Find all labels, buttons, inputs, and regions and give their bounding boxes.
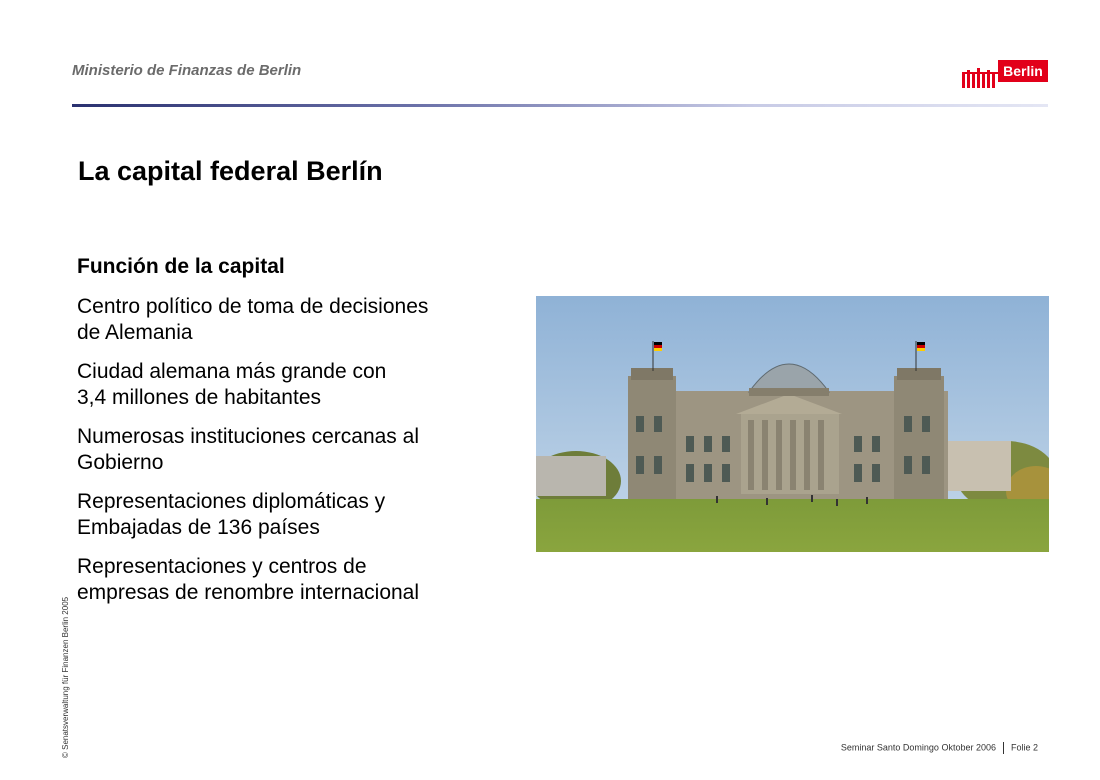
- reichstag-photo: [536, 296, 1049, 552]
- footer-seminar: Seminar Santo Domingo Oktober 2006: [840, 742, 996, 753]
- bullet-line: Representaciones diplomáticas y: [77, 490, 386, 513]
- bullet-line: empresas de renombre internacional: [77, 581, 420, 604]
- slide-content: Función de la capital Centro político de…: [77, 254, 537, 619]
- bullet-line: Representaciones y centros de: [77, 555, 367, 578]
- berlin-logo-bars-icon: [962, 68, 998, 88]
- slide-subheading: Función de la capital: [77, 255, 285, 278]
- header-divider: [72, 104, 1048, 107]
- berlin-logo-text: Berlin: [998, 60, 1048, 82]
- bullet-item: Representaciones diplomáticas y Embajada…: [77, 489, 537, 541]
- bullet-line: Ciudad alemana más grande con: [77, 360, 387, 383]
- bullet-line: Centro político de toma de decisiones: [77, 295, 429, 318]
- footer: Seminar Santo Domingo Oktober 2006 Folie …: [841, 742, 1038, 754]
- berlin-logo: Berlin: [962, 60, 1048, 88]
- bullet-item: Centro político de toma de decisiones de…: [77, 294, 537, 346]
- side-copyright: © Senatsverwaltung für Finanzen Berlin 2…: [61, 596, 70, 758]
- bullet-item: Numerosas instituciones cercanas al Gobi…: [77, 424, 537, 476]
- bullet-line: Gobierno: [77, 451, 164, 474]
- bullet-line: 3,4 millones de habitantes: [77, 386, 321, 409]
- bullet-line: Numerosas instituciones cercanas al: [77, 425, 419, 448]
- bullet-item: Representaciones y centros de empresas d…: [77, 554, 537, 606]
- bullet-line: Embajadas de 136 países: [77, 516, 320, 539]
- ministry-name: Ministerio de Finanzas de Berlin: [72, 62, 302, 79]
- footer-separator: [1002, 742, 1004, 754]
- bullet-item: Ciudad alemana más grande con 3,4 millon…: [77, 359, 537, 411]
- bullet-line: de Alemania: [77, 321, 193, 344]
- slide-title: La capital federal Berlín: [78, 156, 383, 186]
- footer-slide-number: Folie 2: [1010, 742, 1038, 753]
